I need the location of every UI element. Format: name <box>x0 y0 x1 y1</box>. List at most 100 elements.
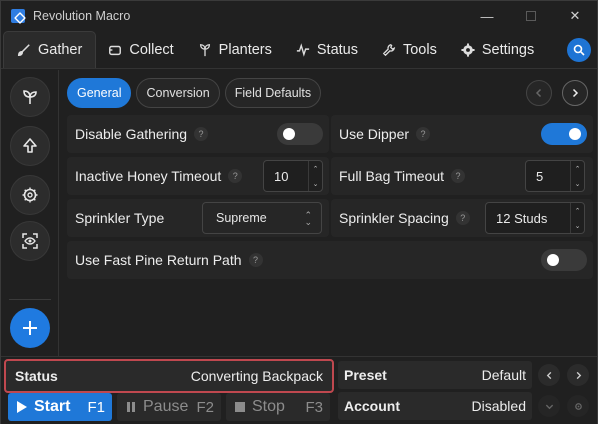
account-settings-button[interactable] <box>567 395 589 417</box>
chevron-down-icon <box>545 404 553 409</box>
inactive-honey-timeout-stepper[interactable]: 10 ⌃ ⌄ <box>263 160 323 192</box>
tab-label: Status <box>316 41 358 58</box>
sidebar-item-settings[interactable] <box>10 175 50 215</box>
tab-label: Tools <box>402 41 437 58</box>
tab-tools[interactable]: Tools <box>370 31 449 68</box>
sprout-icon <box>23 90 37 104</box>
setting-label: Disable Gathering <box>75 126 188 142</box>
sprinkler-type-select[interactable]: Supreme ⌃ ⌄ <box>202 202 322 234</box>
chevron-up-icon[interactable]: ⌃ <box>309 161 322 176</box>
preset-prev-button[interactable] <box>538 364 560 386</box>
arrow-up-icon <box>23 138 37 153</box>
maximize-button[interactable] <box>509 1 553 31</box>
pause-button[interactable]: Pause F2 <box>117 393 221 421</box>
tab-gather[interactable]: Gather <box>3 31 97 68</box>
setting-sprinkler-type: Sprinkler Type Supreme ⌃ ⌄ <box>67 199 329 237</box>
chevron-down-icon[interactable]: ⌄ <box>571 218 584 233</box>
preset-panel: Preset Default <box>338 361 532 389</box>
help-icon[interactable]: ? <box>228 169 243 183</box>
pause-icon <box>127 402 135 412</box>
setting-label: Full Bag Timeout <box>339 168 445 184</box>
add-button[interactable] <box>10 308 50 348</box>
wrench-icon <box>382 43 396 56</box>
toggle-knob <box>547 254 559 266</box>
window-controls: — ✕ <box>465 1 597 31</box>
next-page-button[interactable] <box>562 80 588 106</box>
start-label: Start <box>34 398 71 415</box>
tab-planters[interactable]: Planters <box>186 31 284 68</box>
stop-hotkey: F3 <box>305 398 323 416</box>
chevron-down-icon[interactable]: ⌄ <box>309 176 322 191</box>
minimize-button[interactable]: — <box>465 1 509 31</box>
tab-collect[interactable]: Collect <box>96 31 185 68</box>
setting-sprinkler-spacing: Sprinkler Spacing ? 12 Studs ⌃ ⌄ <box>331 199 593 237</box>
stepper-value: 12 Studs <box>496 210 548 226</box>
fast-pine-return-toggle[interactable] <box>541 249 587 271</box>
chevron-left-icon <box>546 371 551 379</box>
help-icon[interactable]: ? <box>194 127 209 141</box>
setting-label: Sprinkler Spacing <box>339 210 449 226</box>
setting-label: Sprinkler Type <box>75 210 165 226</box>
close-button[interactable]: ✕ <box>553 1 597 31</box>
setting-fast-pine-return: Use Fast Pine Return Path ? <box>67 241 593 279</box>
help-icon[interactable]: ? <box>455 211 470 225</box>
account-value: Disabled <box>471 398 526 414</box>
start-button[interactable]: Start F1 <box>8 393 112 421</box>
setting-inactive-honey-timeout: Inactive Honey Timeout ? 10 ⌃ ⌄ <box>67 157 329 195</box>
setting-use-dipper: Use Dipper ? <box>331 115 593 153</box>
account-dropdown-button[interactable] <box>538 395 560 417</box>
stepper-arrows: ⌃ ⌄ <box>570 161 584 191</box>
app-window: Revolution Macro — ✕ Gather Collect Plan… <box>0 0 598 424</box>
plus-icon <box>23 321 37 335</box>
tab-label: Gather <box>38 42 83 58</box>
preset-value: Default <box>481 367 526 383</box>
pause-label: Pause <box>143 398 189 415</box>
title-bar: Revolution Macro — ✕ <box>1 1 597 31</box>
sprinkler-spacing-stepper[interactable]: 12 Studs ⌃ ⌄ <box>485 202 585 234</box>
chevron-up-icon[interactable]: ⌃ <box>571 203 584 218</box>
subtab-general[interactable]: General <box>67 78 132 108</box>
eye-scan-icon <box>22 233 38 249</box>
help-icon[interactable]: ? <box>451 169 466 183</box>
stop-label: Stop <box>252 398 285 415</box>
sidebar-item-upload[interactable] <box>10 126 50 166</box>
sidebar-item-vision[interactable] <box>10 221 50 261</box>
previous-page-button[interactable] <box>526 80 552 106</box>
stepper-value: 5 <box>536 168 544 184</box>
subtab-field-defaults[interactable]: Field Defaults <box>224 78 322 108</box>
sidebar-divider <box>9 299 51 300</box>
status-value: Converting Backpack <box>190 368 323 384</box>
stepper-arrows: ⌃ ⌄ <box>570 203 584 233</box>
account-panel: Account Disabled <box>338 392 532 420</box>
setting-label: Use Fast Pine Return Path <box>75 252 242 268</box>
stepper-value: 10 <box>274 168 289 184</box>
full-bag-timeout-stepper[interactable]: 5 ⌃ ⌄ <box>525 160 585 192</box>
sidebar-item-planters[interactable] <box>10 77 50 117</box>
setting-disable-gathering: Disable Gathering ? <box>67 115 329 153</box>
sprout-icon <box>199 43 210 56</box>
search-button[interactable] <box>567 38 591 62</box>
app-logo-icon <box>11 9 25 23</box>
gear-icon <box>574 402 582 410</box>
tab-status[interactable]: Status <box>284 31 370 68</box>
setting-label: Inactive Honey Timeout <box>75 168 222 184</box>
stop-button[interactable]: Stop F3 <box>226 393 330 421</box>
disable-gathering-toggle[interactable] <box>277 123 323 145</box>
search-icon <box>573 44 585 56</box>
stop-icon <box>235 402 245 412</box>
preset-next-button[interactable] <box>567 364 589 386</box>
tab-settings[interactable]: Settings <box>449 31 546 68</box>
gear-icon <box>22 187 38 203</box>
tab-label: Planters <box>218 41 272 58</box>
chevron-left-icon <box>535 88 542 98</box>
tab-label: Settings <box>481 41 535 58</box>
chevron-up-icon[interactable]: ⌃ <box>571 161 584 176</box>
help-icon[interactable]: ? <box>416 127 431 141</box>
chevron-down-icon[interactable]: ⌄ <box>571 176 584 191</box>
use-dipper-toggle[interactable] <box>541 123 587 145</box>
subtab-conversion[interactable]: Conversion <box>136 78 220 108</box>
play-icon <box>17 401 27 413</box>
status-panel: Status Converting Backpack <box>4 359 334 393</box>
help-icon[interactable]: ? <box>248 253 263 267</box>
account-label: Account <box>344 398 400 414</box>
